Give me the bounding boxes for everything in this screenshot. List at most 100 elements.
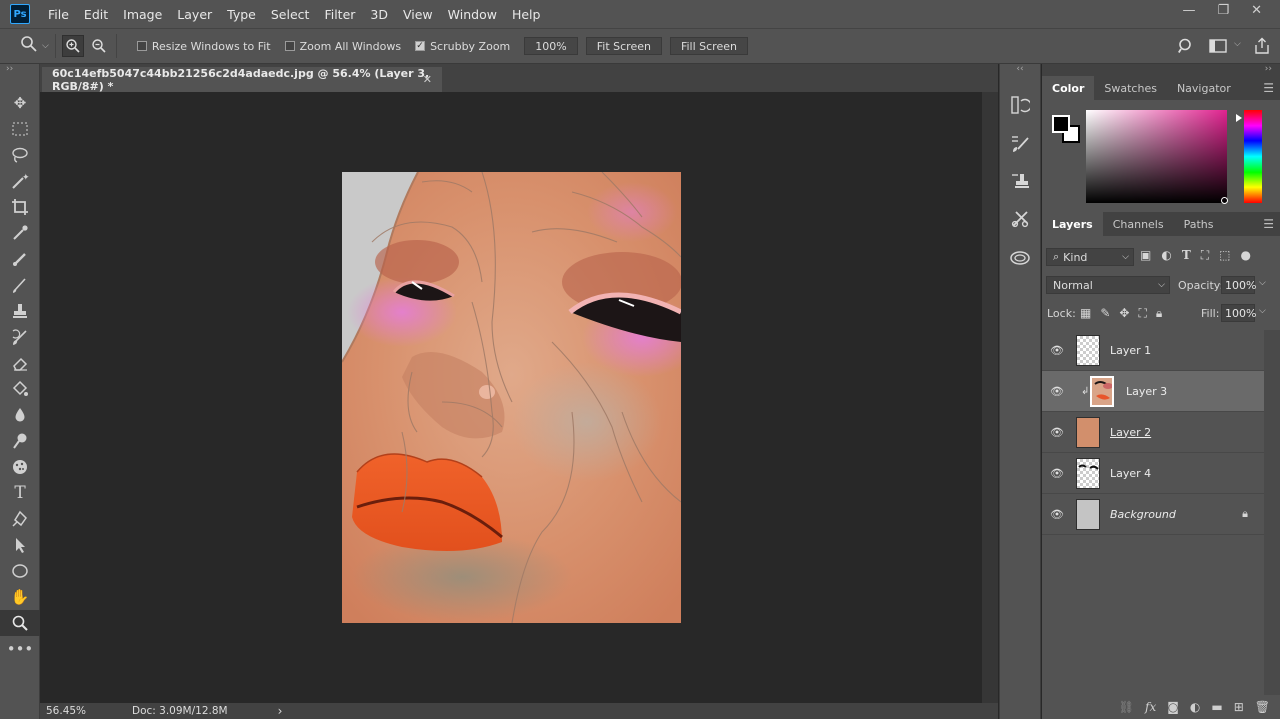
- tab-color[interactable]: Color: [1042, 76, 1095, 100]
- marquee-tool-icon[interactable]: [0, 116, 40, 142]
- lock-pixels-icon[interactable]: ✎: [1100, 306, 1110, 321]
- eye-visibility-icon[interactable]: 👁︎: [1050, 508, 1064, 521]
- menu-window[interactable]: Window: [448, 7, 497, 22]
- restore-button[interactable]: ❐: [1217, 3, 1229, 18]
- eyedropper-icon[interactable]: [0, 220, 40, 246]
- tab-swatches[interactable]: Swatches: [1094, 76, 1167, 100]
- crop-tool-icon[interactable]: [0, 194, 40, 220]
- opacity-field[interactable]: 100%: [1221, 276, 1256, 294]
- sponge-icon[interactable]: [0, 454, 40, 480]
- cloud-libraries-icon[interactable]: [1000, 238, 1040, 276]
- clone-source-icon[interactable]: [1000, 162, 1040, 200]
- layer-lock-icon[interactable]: 🔒︎: [1242, 507, 1248, 521]
- layer-name[interactable]: Layer 3: [1126, 385, 1167, 398]
- search-icon[interactable]: [1178, 38, 1194, 57]
- hue-slider[interactable]: [1244, 110, 1262, 203]
- chevron-down-icon[interactable]: ⌵: [1234, 39, 1241, 49]
- color-picker-field[interactable]: [1086, 110, 1227, 203]
- workspace-icon[interactable]: [1209, 39, 1227, 56]
- share-icon[interactable]: [1254, 37, 1270, 58]
- hand-tool-icon[interactable]: ✋: [0, 584, 40, 610]
- new-layer-icon[interactable]: ⊞: [1234, 700, 1244, 714]
- zoom-out-icon[interactable]: [88, 35, 110, 57]
- ellipse-tool-icon[interactable]: [0, 558, 40, 584]
- move-tool-icon[interactable]: ✥: [0, 90, 40, 116]
- vertical-scrollbar[interactable]: [982, 92, 998, 703]
- filter-pixel-icon[interactable]: ▣: [1140, 248, 1151, 263]
- scrubby-zoom-checkbox[interactable]: ✓ Scrubby Zoom: [415, 40, 510, 53]
- layer-row-layer-2[interactable]: 👁︎ Layer 2: [1042, 412, 1264, 453]
- menu-type[interactable]: Type: [227, 7, 256, 22]
- chevron-down-icon[interactable]: ⌵: [1259, 278, 1266, 288]
- menu-help[interactable]: Help: [512, 7, 541, 22]
- filter-adjustment-icon[interactable]: ◐: [1161, 248, 1171, 263]
- close-button[interactable]: ✕: [1251, 3, 1262, 18]
- menu-image[interactable]: Image: [123, 7, 162, 22]
- panel-menu-icon[interactable]: ☰: [1263, 81, 1274, 95]
- collapse-arrows-icon[interactable]: [6, 64, 12, 76]
- chevron-down-icon[interactable]: ⌵: [1259, 306, 1266, 316]
- lock-artboard-icon[interactable]: ⛶: [1138, 306, 1146, 321]
- fill-field[interactable]: 100%: [1221, 304, 1256, 322]
- hue-slider-marker[interactable]: [1236, 114, 1242, 122]
- artwork-canvas[interactable]: [342, 172, 681, 623]
- collapse-arrows-icon[interactable]: ‹‹: [1000, 64, 1040, 76]
- layer-name[interactable]: Layer 4: [1110, 467, 1151, 480]
- filter-toggle-icon[interactable]: ●: [1241, 248, 1251, 263]
- lock-position-icon[interactable]: ✥: [1119, 306, 1129, 321]
- tab-channels[interactable]: Channels: [1103, 212, 1174, 236]
- pen-tool-icon[interactable]: [0, 506, 40, 532]
- layer-row-background[interactable]: 👁︎ Background 🔒︎: [1042, 494, 1264, 535]
- layer-name[interactable]: Layer 2: [1110, 426, 1151, 439]
- zoom-tool-icon[interactable]: [0, 610, 40, 636]
- zoom-readout[interactable]: 56.45%: [46, 705, 116, 717]
- checkbox-unchecked-icon[interactable]: [136, 41, 147, 51]
- eraser-icon[interactable]: [0, 350, 40, 376]
- panel-menu-icon[interactable]: ☰: [1263, 217, 1274, 231]
- layers-scrollbar[interactable]: [1264, 330, 1280, 695]
- resize-windows-checkbox[interactable]: Resize Windows to Fit: [136, 40, 271, 53]
- filter-type-icon[interactable]: T: [1182, 248, 1191, 263]
- menu-layer[interactable]: Layer: [177, 7, 212, 22]
- menu-view[interactable]: View: [403, 7, 433, 22]
- path-select-icon[interactable]: [0, 532, 40, 558]
- menu-file[interactable]: File: [48, 7, 69, 22]
- collapse-arrows-icon[interactable]: ››: [1042, 64, 1280, 76]
- type-tool-icon[interactable]: T: [0, 480, 40, 506]
- filter-smart-object-icon[interactable]: ⬚: [1219, 248, 1230, 263]
- tab-navigator[interactable]: Navigator: [1167, 76, 1241, 100]
- foreground-color-swatch[interactable]: [1052, 115, 1070, 133]
- new-group-icon[interactable]: ▬: [1211, 700, 1222, 714]
- tool-presets-icon[interactable]: [1000, 200, 1040, 238]
- adjustment-layer-icon[interactable]: ◐: [1190, 700, 1200, 714]
- chevron-down-icon[interactable]: ⌵: [42, 41, 49, 51]
- tab-paths[interactable]: Paths: [1174, 212, 1224, 236]
- more-tools-icon[interactable]: •••: [0, 636, 40, 662]
- clone-stamp-icon[interactable]: [0, 298, 40, 324]
- brush-tool-icon[interactable]: [0, 272, 40, 298]
- add-mask-icon[interactable]: ◙: [1167, 700, 1179, 714]
- layer-row-layer-3[interactable]: 👁︎ ↲ Layer 3: [1042, 371, 1264, 412]
- dodge-tool-icon[interactable]: [0, 428, 40, 454]
- status-menu-arrow[interactable]: ›: [278, 704, 283, 718]
- healing-brush-icon[interactable]: [0, 246, 40, 272]
- zoom-all-windows-checkbox[interactable]: Zoom All Windows: [284, 40, 401, 53]
- document-tab[interactable]: 60c14efb5047c44bb21256c2d4adaedc.jpg @ 5…: [42, 67, 442, 93]
- blur-tool-icon[interactable]: [0, 402, 40, 428]
- brush-settings-icon[interactable]: [1000, 124, 1040, 162]
- eye-visibility-icon[interactable]: 👁︎: [1050, 467, 1064, 480]
- menu-filter[interactable]: Filter: [324, 7, 355, 22]
- history-panel-icon[interactable]: [1000, 86, 1040, 124]
- foreground-background-swatches[interactable]: [1050, 114, 1082, 144]
- menu-3d[interactable]: 3D: [370, 7, 388, 22]
- link-layers-icon[interactable]: ⛓: [1119, 700, 1134, 714]
- minimize-button[interactable]: —: [1182, 3, 1195, 18]
- eye-visibility-icon[interactable]: 👁︎: [1050, 426, 1064, 439]
- eye-visibility-icon[interactable]: 👁︎: [1050, 344, 1064, 357]
- menu-select[interactable]: Select: [271, 7, 310, 22]
- lock-all-icon[interactable]: 🔒︎: [1156, 306, 1162, 321]
- layer-row-layer-4[interactable]: 👁︎ Layer 4: [1042, 453, 1264, 494]
- checkbox-checked-icon[interactable]: ✓: [415, 41, 426, 51]
- zoom-tool-preset-icon[interactable]: [20, 35, 38, 57]
- fit-screen-button[interactable]: Fit Screen: [585, 37, 662, 55]
